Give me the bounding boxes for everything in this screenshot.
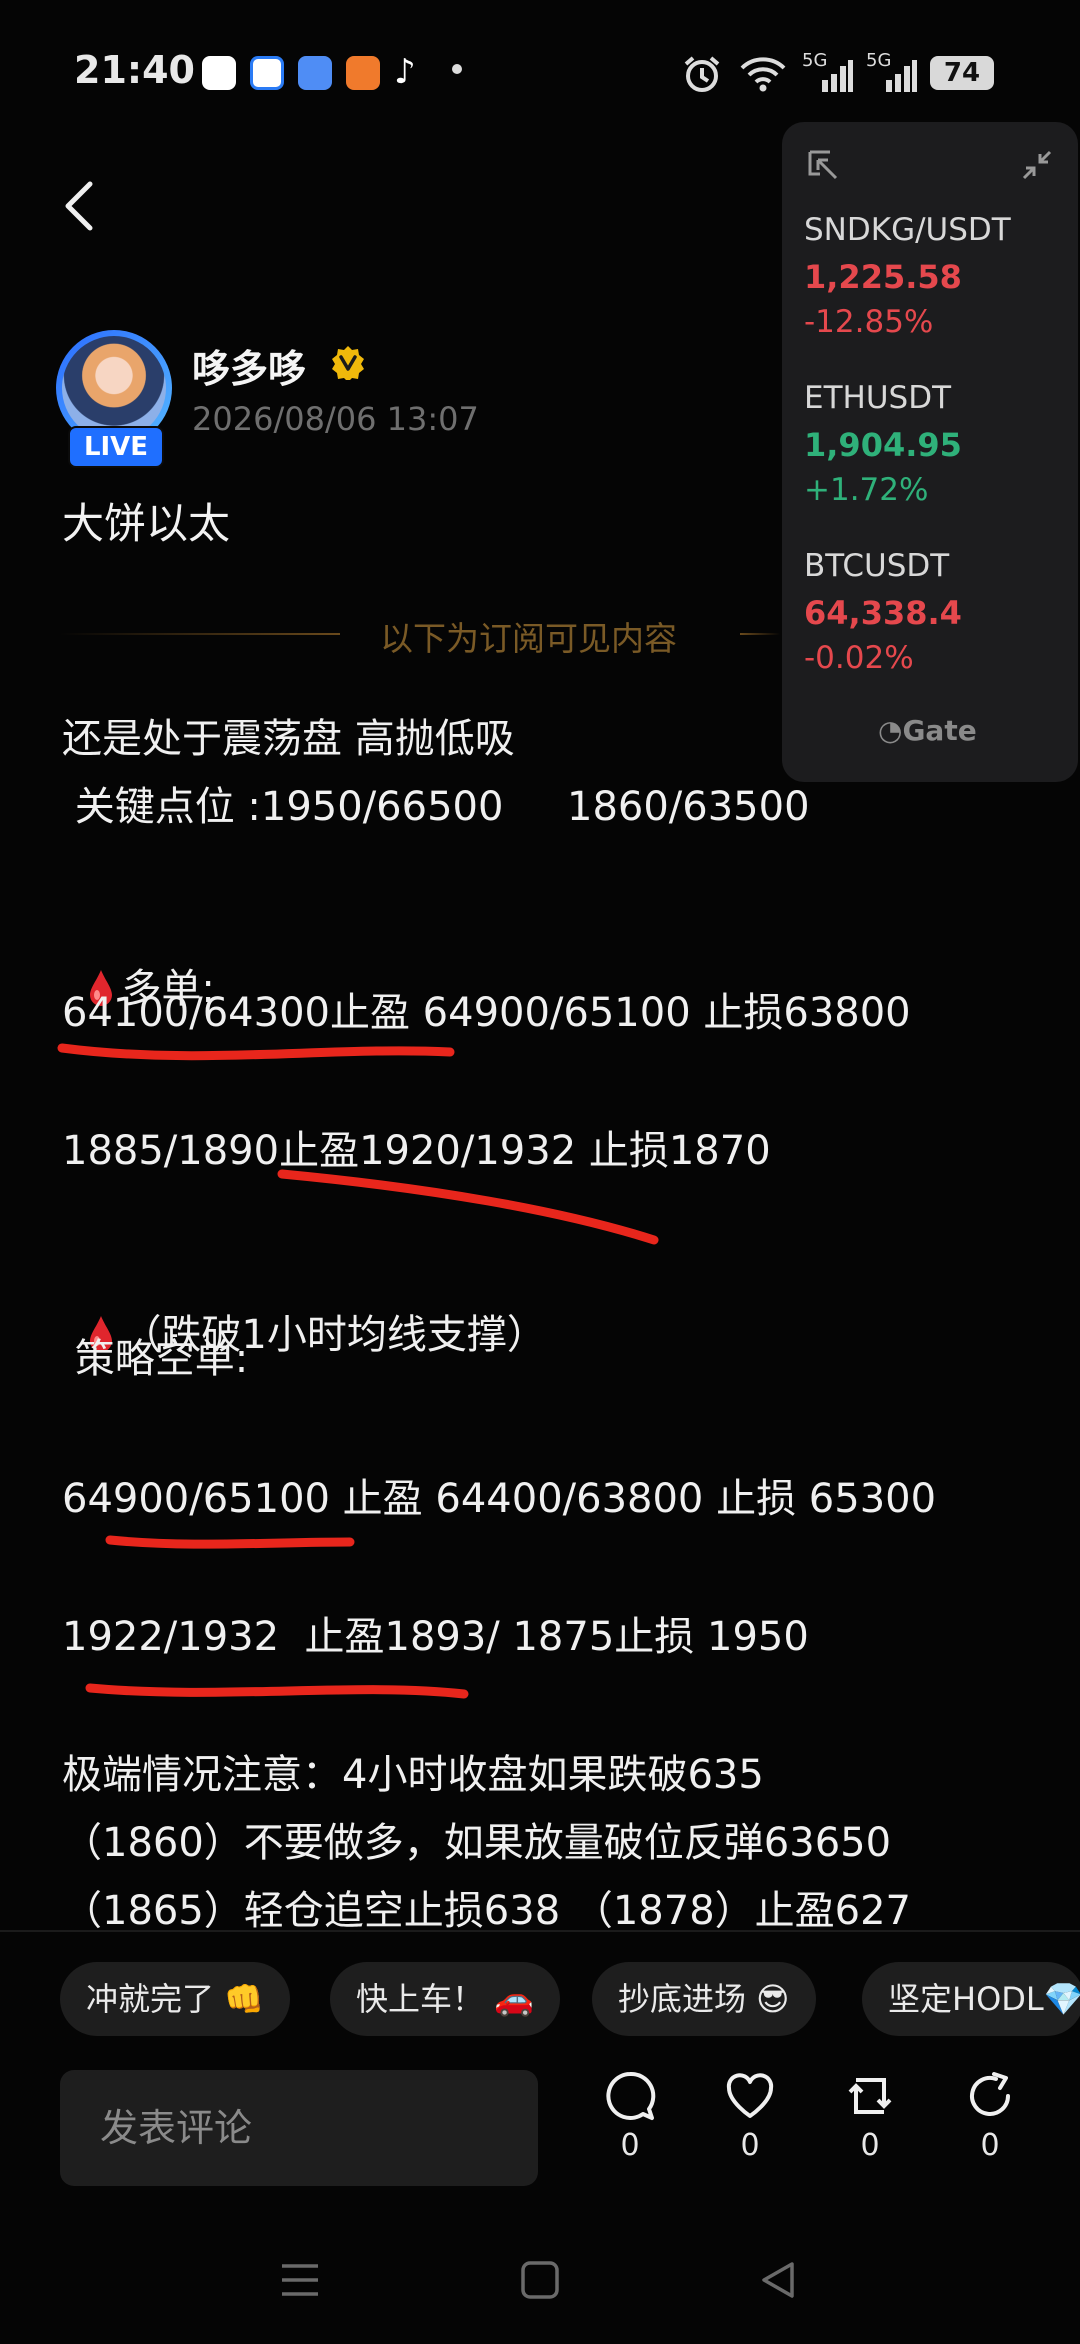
live-badge: LIVE: [68, 426, 164, 468]
post-line: 1885/1890止盈1920/1932 止损1870: [62, 1128, 771, 1174]
underline-stroke: [85, 1683, 469, 1699]
post-line: 策略空单:: [62, 1336, 249, 1382]
share-button[interactable]: 0: [950, 2070, 1030, 2163]
tiktok-icon: ♪: [394, 52, 416, 92]
ticker-pair: ETHUSDT: [804, 380, 952, 416]
underline-stroke: [57, 1043, 455, 1061]
repost-icon: [848, 2078, 892, 2114]
post-line: 64900/65100 止盈 64400/63800 止损 65300: [62, 1476, 937, 1522]
open-link-icon[interactable]: [806, 148, 840, 182]
signal-icon: [886, 60, 917, 92]
like-count: 0: [740, 2128, 760, 2163]
price-ticker-panel[interactable]: SNDKG/USDT 1,225.58 -12.85% ETHUSDT 1,90…: [782, 122, 1078, 782]
menu-nav-icon[interactable]: [278, 2258, 322, 2302]
repost-button[interactable]: 0: [830, 2070, 910, 2163]
gate-mark-icon: ◔: [878, 714, 903, 747]
app-icon-cloud: [298, 56, 332, 90]
post-line: 还是处于震荡盘 高抛低吸: [62, 716, 515, 762]
comment-button[interactable]: 0: [590, 2070, 670, 2163]
subscription-divider: 以下为订阅可见内容: [380, 619, 677, 658]
share-count: 0: [980, 2128, 1000, 2163]
share-icon: [970, 2072, 1010, 2116]
app-icon-blue: [250, 56, 284, 90]
ticker-change: -0.02%: [804, 640, 914, 676]
like-button[interactable]: 0: [710, 2070, 790, 2163]
app-icon-sant: [202, 56, 236, 90]
post-line: （1865）轻仓追空止损638 （1878）止盈627: [62, 1888, 912, 1934]
ticker-change: -12.85%: [804, 304, 934, 340]
ticker-pair: SNDKG/USDT: [804, 212, 1011, 248]
app-icon-orange: [346, 56, 380, 90]
verified-badge-icon: [332, 346, 364, 380]
comment-count: 0: [620, 2128, 640, 2163]
post-line: 1922/1932 止盈1893/ 1875止损 1950: [62, 1614, 809, 1660]
post-timestamp: 2026/08/06 13:07: [192, 400, 479, 438]
post-line: （1860）不要做多，如果放量破位反弹63650: [62, 1820, 892, 1866]
comment-input[interactable]: [60, 2070, 538, 2186]
divider-right: [740, 633, 780, 635]
wifi-icon: [740, 57, 786, 92]
quick-reply-chip[interactable]: 冲就完了 👊: [60, 1962, 291, 2036]
ticker-price: 1,225.58: [804, 258, 962, 296]
divider-left: [60, 633, 340, 635]
quick-reply-chip[interactable]: 快上车！ 🚗: [330, 1962, 561, 2036]
avatar-image: [62, 336, 166, 440]
gate-logo: ◔Gate: [878, 714, 977, 747]
underline-stroke: [277, 1169, 659, 1245]
quick-reply-chip[interactable]: 坚定HODL💎: [862, 1962, 1080, 2036]
comment-icon: [606, 2071, 656, 2120]
quick-reply-chip[interactable]: 抄底进场 😎: [592, 1962, 816, 2036]
back-arrow-icon[interactable]: [58, 178, 102, 234]
author-name[interactable]: 哆多哆: [192, 338, 306, 393]
post-title: 大饼以太: [62, 499, 231, 548]
post-line: 极端情况注意：4小时收盘如果跌破635: [62, 1752, 764, 1798]
heart-icon: [726, 2073, 774, 2118]
ticker-price: 64,338.4: [804, 594, 962, 632]
dot-icon: [452, 64, 462, 74]
bottom-separator: [0, 1930, 1080, 1932]
signal-icon: [822, 60, 853, 92]
ticker-pair: BTCUSDT: [804, 548, 950, 584]
back-nav-icon[interactable]: [756, 2258, 800, 2302]
battery-icon: 74: [930, 56, 994, 90]
home-nav-icon[interactable]: [518, 2258, 562, 2302]
gate-brand: Gate: [902, 714, 977, 747]
underline-stroke: [105, 1535, 355, 1549]
ticker-price: 1,904.95: [804, 426, 962, 464]
alarm-icon: [684, 56, 720, 92]
repost-count: 0: [860, 2128, 880, 2163]
post-line: 64100/64300止盈 64900/65100 止损63800: [62, 990, 911, 1036]
status-time: 21:40: [74, 48, 195, 92]
post-line: 关键点位 :1950/66500 1860/63500: [62, 784, 810, 830]
ticker-change: +1.72%: [804, 472, 929, 508]
collapse-icon[interactable]: [1020, 148, 1054, 182]
